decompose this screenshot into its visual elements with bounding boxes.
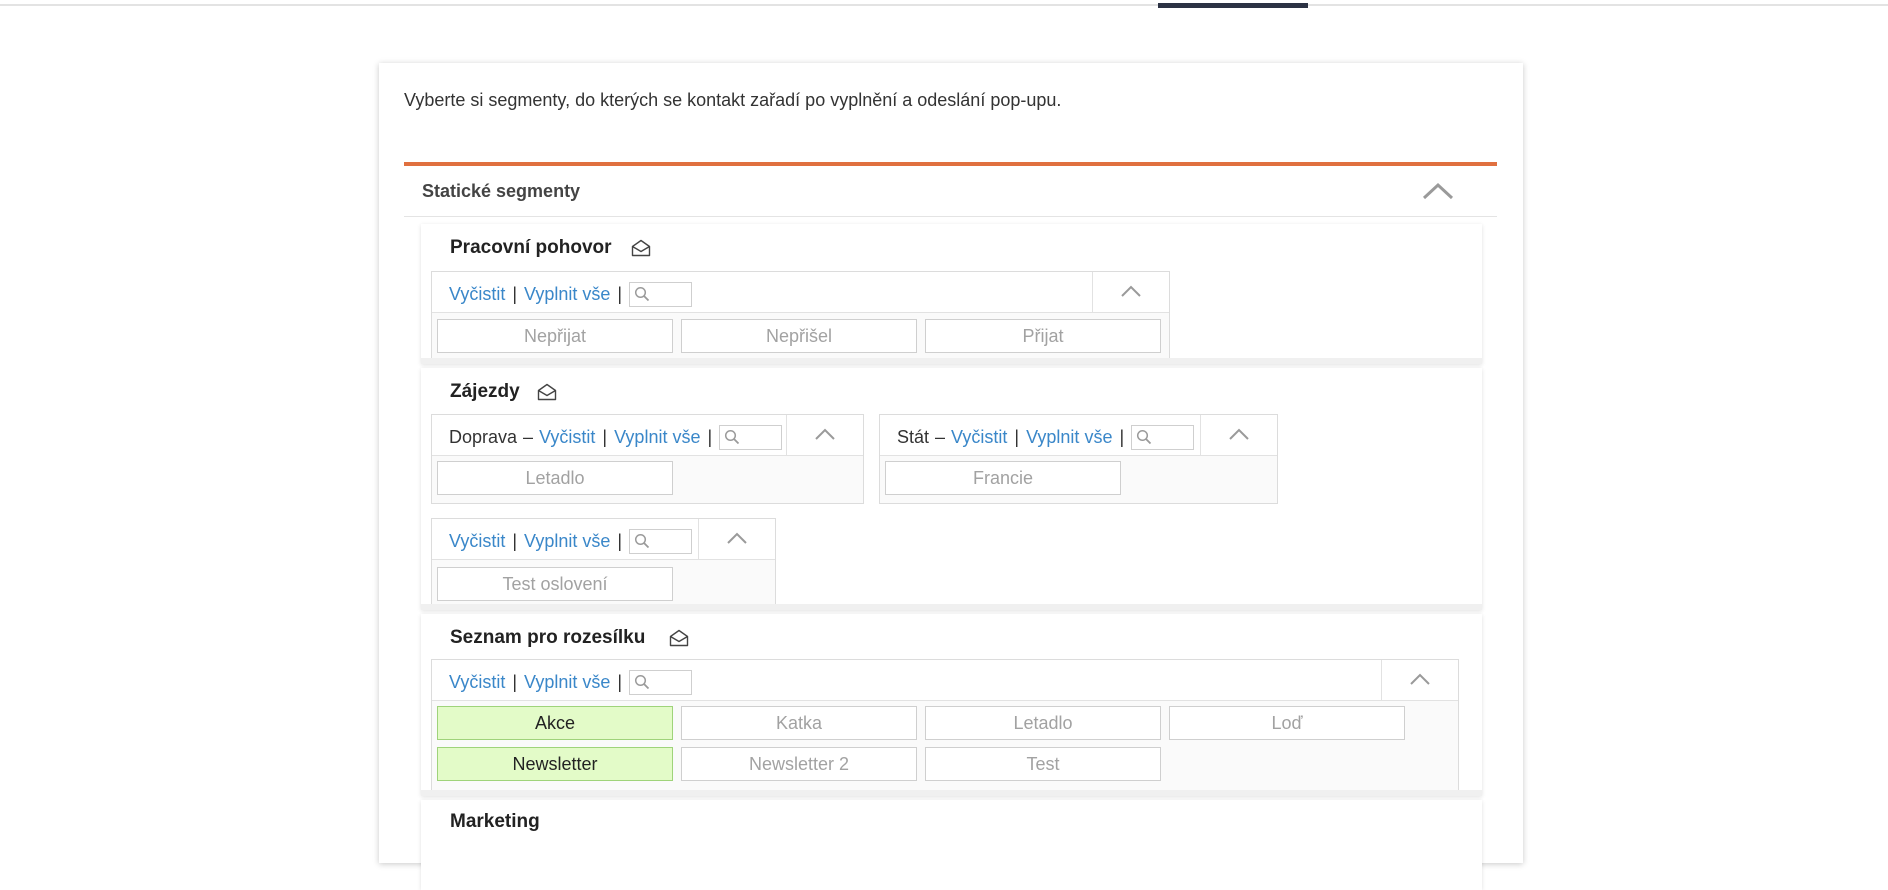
option-prijat[interactable]: Přijat: [925, 319, 1161, 353]
category-label: Doprava: [449, 427, 518, 447]
box-toolbar: Vyčistit | Vyplnit vše |: [432, 519, 775, 560]
option-katka[interactable]: Katka: [681, 706, 917, 740]
clear-link[interactable]: Vyčistit: [449, 284, 505, 305]
group-marketing: Marketing: [421, 800, 1482, 890]
option-newsletter-2[interactable]: Newsletter 2: [681, 747, 917, 781]
box-toolbar: Vyčistit | Vyplnit vše |: [432, 272, 1169, 313]
search-icon: [725, 429, 740, 445]
chevron-up-icon: [1121, 285, 1141, 297]
search-icon: [1137, 429, 1152, 445]
chevron-up-icon: [815, 428, 835, 440]
top-divider: [0, 4, 1888, 6]
group-title: Pracovní pohovor: [450, 237, 612, 258]
clear-link[interactable]: Vyčistit: [539, 427, 595, 448]
box-toolbar: Doprava – Vyčistit | Vyplnit vše |: [432, 415, 863, 456]
segment-box-other: Vyčistit | Vyplnit vše | Test oslovení: [431, 518, 776, 610]
group-title: Zájezdy: [450, 381, 520, 402]
active-tab-indicator: [1158, 3, 1308, 8]
collapse-toggle[interactable]: [786, 415, 863, 455]
collapse-toggle[interactable]: [1092, 272, 1169, 312]
chevron-up-icon: [1229, 428, 1249, 440]
search-field[interactable]: [650, 284, 689, 303]
option-francie[interactable]: Francie: [885, 461, 1121, 495]
collapse-toggle[interactable]: [1200, 415, 1277, 455]
option-letadlo[interactable]: Letadlo: [925, 706, 1161, 740]
clear-link[interactable]: Vyčistit: [449, 672, 505, 693]
group-pracovni-pohovor: Pracovní pohovor Vyčistit | Vyplnit vše …: [421, 224, 1482, 364]
clear-link[interactable]: Vyčistit: [449, 531, 505, 552]
search-input[interactable]: [629, 282, 693, 307]
segment-box-stat: Stát – Vyčistit | Vyplnit vše | Francie: [879, 414, 1278, 504]
clear-link[interactable]: Vyčistit: [951, 427, 1007, 448]
search-field[interactable]: [740, 427, 779, 446]
fill-all-link[interactable]: Vyplnit vše: [524, 284, 610, 305]
collapse-toggle[interactable]: [1381, 660, 1458, 700]
option-test[interactable]: Test: [925, 747, 1161, 781]
group-title: Seznam pro rozesílku: [450, 627, 646, 648]
section-header[interactable]: Statické segmenty: [404, 166, 1497, 217]
collapse-toggle[interactable]: [698, 519, 775, 559]
fill-all-link[interactable]: Vyplnit vše: [524, 672, 610, 693]
search-input[interactable]: [629, 670, 693, 695]
category-label: Stát: [897, 427, 930, 447]
envelope-open-icon[interactable]: [669, 629, 689, 647]
option-lod[interactable]: Loď: [1169, 706, 1405, 740]
chevron-up-icon: [727, 532, 747, 544]
chevron-up-icon: [1410, 673, 1430, 685]
envelope-open-icon[interactable]: [631, 239, 651, 257]
segment-box: Vyčistit | Vyplnit vše | Nepřijat Nepřiš…: [431, 271, 1170, 361]
option-neprijat[interactable]: Nepřijat: [437, 319, 673, 353]
search-icon: [635, 286, 650, 302]
fill-all-link[interactable]: Vyplnit vše: [614, 427, 700, 448]
fill-all-link[interactable]: Vyplnit vše: [524, 531, 610, 552]
search-input[interactable]: [629, 529, 693, 554]
option-neprisel[interactable]: Nepřišel: [681, 319, 917, 353]
box-toolbar: Stát – Vyčistit | Vyplnit vše |: [880, 415, 1277, 456]
search-icon: [635, 674, 650, 690]
search-input[interactable]: [1131, 425, 1195, 450]
search-field[interactable]: [1152, 427, 1191, 446]
fill-all-link[interactable]: Vyplnit vše: [1026, 427, 1112, 448]
chevron-up-icon[interactable]: [1420, 178, 1456, 204]
envelope-open-icon[interactable]: [537, 383, 557, 401]
group-title: Marketing: [450, 811, 540, 832]
option-akce[interactable]: Akce: [437, 706, 673, 740]
static-segments-section: Statické segmenty Pracovní pohovor Vyčis…: [404, 162, 1497, 890]
section-title: Statické segmenty: [422, 181, 581, 201]
search-field[interactable]: [650, 531, 689, 550]
option-test-osloveni[interactable]: Test oslovení: [437, 567, 673, 601]
segment-box-doprava: Doprava – Vyčistit | Vyplnit vše | Letad…: [431, 414, 864, 504]
segments-panel: Vyberte si segmenty, do kterých se konta…: [379, 63, 1523, 890]
option-letadlo[interactable]: Letadlo: [437, 461, 673, 495]
group-zajezdy: Zájezdy Doprava – Vyčistit | Vyplnit vše…: [421, 368, 1482, 610]
search-input[interactable]: [719, 425, 783, 450]
intro-text: Vyberte si segmenty, do kterých se konta…: [404, 90, 1062, 110]
box-toolbar: Vyčistit | Vyplnit vše |: [432, 660, 1458, 701]
group-seznam-pro-rozesilku: Seznam pro rozesílku Vyčistit | Vyplnit …: [421, 614, 1482, 796]
search-field[interactable]: [650, 672, 689, 691]
option-newsletter[interactable]: Newsletter: [437, 747, 673, 781]
search-icon: [635, 533, 650, 549]
segment-box: Vyčistit | Vyplnit vše | Akce Katka Leta…: [431, 659, 1459, 791]
